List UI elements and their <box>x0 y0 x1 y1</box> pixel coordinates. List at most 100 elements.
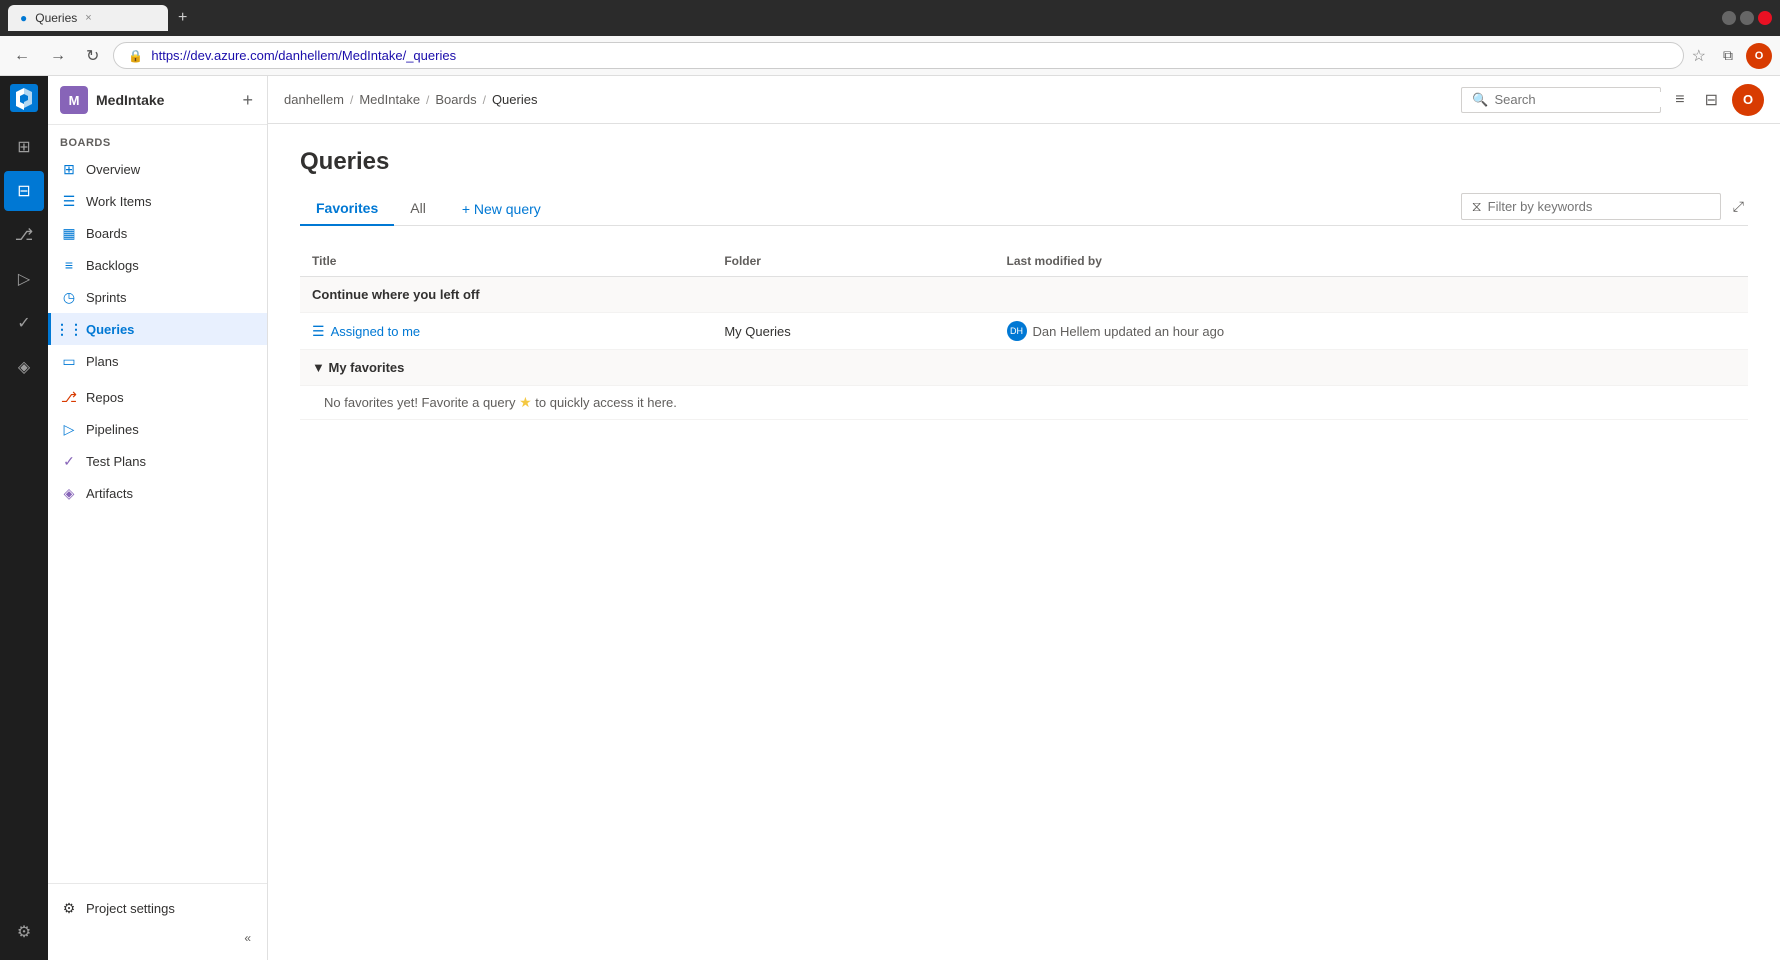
search-box[interactable]: 🔍 <box>1461 87 1661 113</box>
expand-button[interactable]: ⤢ <box>1729 194 1748 219</box>
sidebar-item-sprints-label: Sprints <box>86 290 255 305</box>
browser-tab-active[interactable]: ● Queries × <box>8 5 168 31</box>
rail-item-settings[interactable]: ⚙ <box>4 912 44 952</box>
refresh-button[interactable]: ↻ <box>80 42 105 70</box>
basket-button[interactable]: ⊟ <box>1699 84 1724 116</box>
queries-icon: ⋮⋮ <box>60 320 78 338</box>
rail-item-pipelines[interactable]: ▷ <box>4 259 44 299</box>
modified-avatar: DH <box>1007 321 1027 341</box>
url-bar[interactable]: 🔒 https://dev.azure.com/danhellem/MedInt… <box>113 42 1683 69</box>
rail-item-boards[interactable]: ⊟ <box>4 171 44 211</box>
sidebar-item-queries-label: Queries <box>86 322 255 337</box>
sidebar-item-artifacts[interactable]: ◈ Artifacts <box>48 477 267 509</box>
rail-item-artifacts[interactable]: ◈ <box>4 347 44 387</box>
browser-profile-avatar[interactable]: O <box>1746 43 1772 69</box>
table-head: Title Folder Last modified by <box>300 246 1748 277</box>
search-icon: 🔍 <box>1472 92 1488 108</box>
breadcrumb-danhellem[interactable]: danhellem <box>284 92 344 107</box>
query-title-cell: ☰ Assigned to me <box>300 313 712 350</box>
no-favorites-after: to quickly access it here. <box>532 395 677 410</box>
rail-item-repos[interactable]: ⎇ <box>4 215 44 255</box>
sidebar-footer: ⚙ Project settings « <box>48 883 267 960</box>
rail-item-overview[interactable]: ⊞ <box>4 127 44 167</box>
sidebar-item-plans-label: Plans <box>86 354 255 369</box>
browser-chrome: ● Queries × + − □ × <box>0 0 1780 36</box>
rail-item-testplans[interactable]: ✓ <box>4 303 44 343</box>
maximize-button[interactable]: □ <box>1740 11 1754 25</box>
breadcrumb-medintake[interactable]: MedIntake <box>359 92 420 107</box>
breadcrumb-sep-3: / <box>483 93 486 107</box>
sidebar-item-testplans[interactable]: ✓ Test Plans <box>48 445 267 477</box>
col-folder: Folder <box>712 246 994 277</box>
top-nav-actions: 🔍 ≡ ⊟ O <box>1461 84 1764 116</box>
query-link-assigned-to-me[interactable]: ☰ Assigned to me <box>312 323 700 340</box>
favorites-collapse-icon[interactable]: ▼ <box>312 360 325 375</box>
lock-icon: 🔒 <box>128 49 143 63</box>
sidebar-item-repos-label: Repos <box>86 390 255 405</box>
sidebar-item-queries[interactable]: ⋮⋮ Queries <box>48 313 267 345</box>
minimize-button[interactable]: − <box>1722 11 1736 25</box>
filter-icon: ⧖ <box>1472 198 1482 215</box>
table-header-row: Title Folder Last modified by <box>300 246 1748 277</box>
logo-svg <box>10 84 38 112</box>
table-body: Continue where you left off ☰ Assigned t… <box>300 277 1748 420</box>
page-title: Queries <box>300 148 1748 176</box>
pipelines-icon: ▷ <box>60 420 78 438</box>
tab-close-button[interactable]: × <box>85 12 91 24</box>
sidebar-item-work-items[interactable]: ☰ Work Items <box>48 185 267 217</box>
sidebar-item-pipelines[interactable]: ▷ Pipelines <box>48 413 267 445</box>
new-tab-button[interactable]: + <box>172 7 193 29</box>
sidebar-item-plans[interactable]: ▭ Plans <box>48 345 267 377</box>
left-rail: ⊞ ⊟ ⎇ ▷ ✓ ◈ ⚙ <box>0 76 48 960</box>
section-continue-label: Continue where you left off <box>300 277 1748 313</box>
star-icon: ★ <box>519 394 532 410</box>
azure-devops-logo[interactable] <box>10 84 38 115</box>
sidebar-item-boards[interactable]: ▦ Boards <box>48 217 267 249</box>
query-table: Title Folder Last modified by Continue w… <box>300 246 1748 420</box>
tab-favorites[interactable]: Favorites <box>300 192 394 226</box>
filter-bar[interactable]: ⧖ <box>1461 193 1721 220</box>
backlogs-icon: ≡ <box>60 256 78 274</box>
sidebar-collapse-button[interactable]: « <box>48 924 267 952</box>
forward-button[interactable]: → <box>44 43 72 69</box>
bookmark-button[interactable]: ☆ <box>1692 46 1706 66</box>
tab-strip-container: Favorites All + New query ⧖ ⤢ <box>300 192 1748 226</box>
back-button[interactable]: ← <box>8 43 36 69</box>
modified-text: DH Dan Hellem updated an hour ago <box>1007 321 1736 341</box>
app-layout: ⊞ ⊟ ⎇ ▷ ✓ ◈ ⚙ M MedIntake + Boards ⊞ Ove… <box>0 76 1780 960</box>
add-project-button[interactable]: + <box>240 88 255 113</box>
favorites-section-label: My favorites <box>329 360 405 375</box>
sidebar-item-backlogs[interactable]: ≡ Backlogs <box>48 249 267 281</box>
sidebar-item-artifacts-label: Artifacts <box>86 486 255 501</box>
search-input[interactable] <box>1494 92 1670 107</box>
sidebar-item-testplans-label: Test Plans <box>86 454 255 469</box>
sidebar-item-repos[interactable]: ⎇ Repos <box>48 381 267 413</box>
tab-strip: Favorites All + New query <box>300 192 553 225</box>
sidebar-item-sprints[interactable]: ◷ Sprints <box>48 281 267 313</box>
top-nav: danhellem / MedIntake / Boards / Queries… <box>268 76 1780 124</box>
extensions-button[interactable]: ⧉ <box>1714 42 1742 70</box>
sidebar-item-boards-label: Boards <box>86 226 255 241</box>
empty-favorites-cell: No favorites yet! Favorite a query ★ to … <box>300 386 1748 420</box>
profile-avatar[interactable]: O <box>1732 84 1764 116</box>
no-favorites-before: No favorites yet! Favorite a query <box>324 395 519 410</box>
sidebar-item-settings-label: Project settings <box>86 901 255 916</box>
project-icon: M <box>60 86 88 114</box>
filter-input[interactable] <box>1488 199 1710 214</box>
sidebar-item-overview[interactable]: ⊞ Overview <box>48 153 267 185</box>
notifications-button[interactable]: ≡ <box>1669 85 1690 115</box>
breadcrumb: danhellem / MedIntake / Boards / Queries <box>284 92 1461 107</box>
tab-all[interactable]: All <box>394 192 442 226</box>
tab-bar: ● Queries × + <box>8 5 1714 31</box>
close-button[interactable]: × <box>1758 11 1772 25</box>
sidebar-item-project-settings[interactable]: ⚙ Project settings <box>48 892 267 924</box>
table-row: ☰ Assigned to me My Queries DH Dan Helle… <box>300 313 1748 350</box>
url-text: https://dev.azure.com/danhellem/MedIntak… <box>151 48 1668 63</box>
rail-bottom: ⚙ <box>4 912 44 952</box>
testplans-icon: ✓ <box>60 452 78 470</box>
breadcrumb-boards[interactable]: Boards <box>435 92 476 107</box>
breadcrumb-queries: Queries <box>492 92 538 107</box>
breadcrumb-sep-2: / <box>426 93 429 107</box>
sidebar-item-overview-label: Overview <box>86 162 255 177</box>
new-query-button[interactable]: + New query <box>450 195 553 223</box>
